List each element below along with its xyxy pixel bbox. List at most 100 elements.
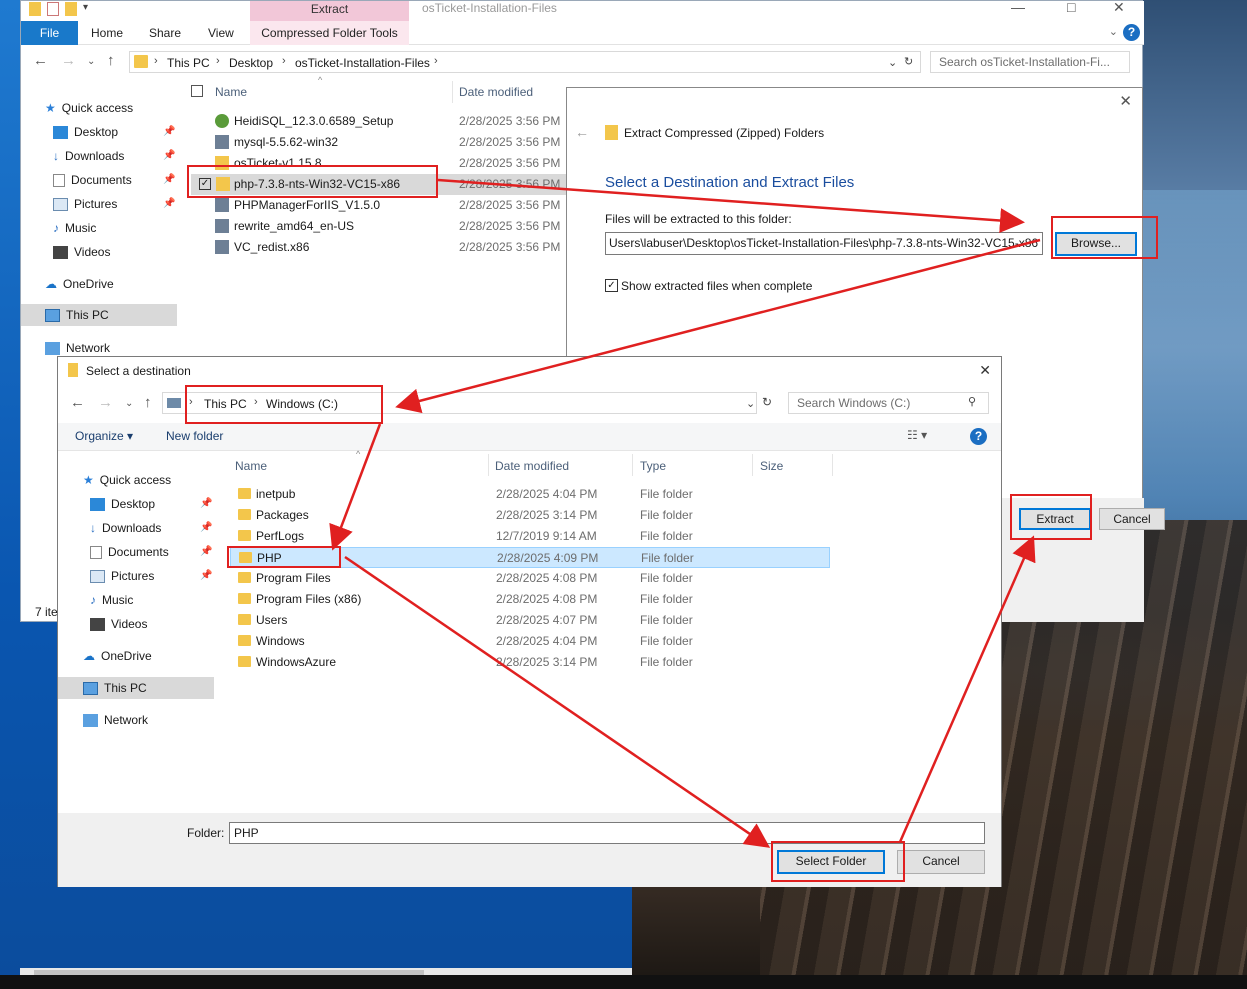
organize-button[interactable]: Organize ▾ [75, 429, 133, 443]
tab-share[interactable]: Share [149, 26, 181, 40]
select-all-checkbox[interactable] [191, 85, 203, 97]
nav-pictures[interactable]: Pictures [90, 569, 154, 583]
folder-name: Windows [256, 634, 305, 648]
file-row[interactable]: mysql-5.5.62-win32 2/28/2025 3:56 PM [211, 132, 586, 153]
nav-music[interactable]: ♪ Music [90, 593, 133, 607]
folder-date: 2/28/2025 3:14 PM [496, 508, 598, 522]
pin-icon[interactable]: 📌 [200, 498, 212, 509]
recent-locations-icon[interactable]: ⌄ [125, 398, 133, 409]
nav-quick-access[interactable]: ★ Quick access [83, 473, 171, 487]
address-dropdown-icon[interactable]: ⌄ [888, 56, 897, 69]
pin-icon[interactable]: 📌 [163, 126, 175, 137]
file-name: HeidiSQL_12.3.0.6589_Setup [234, 114, 394, 128]
new-folder-button[interactable]: New folder [166, 429, 223, 443]
folder-row[interactable]: Program Files 2/28/2025 4:08 PM File folde… [230, 568, 830, 589]
up-icon[interactable]: ↑ [144, 394, 152, 411]
new-folder-icon[interactable] [65, 2, 77, 16]
column-size[interactable]: Size [760, 459, 783, 473]
close-icon[interactable]: ✕ [1113, 0, 1125, 16]
tab-compressed-folder-tools[interactable]: Compressed Folder Tools [250, 21, 409, 45]
nav-label: This PC [66, 308, 109, 322]
dialog-title: Extract Compressed (Zipped) Folders [624, 126, 825, 140]
pin-icon[interactable]: 📌 [163, 174, 175, 185]
folder-row[interactable]: Program Files (x86) 2/28/2025 4:08 PM File… [230, 589, 830, 610]
forward-icon[interactable]: → [98, 394, 113, 411]
help-icon[interactable]: ? [970, 428, 987, 445]
tab-home[interactable]: Home [91, 26, 123, 40]
refresh-icon[interactable]: ↻ [904, 55, 913, 68]
destination-path-input[interactable]: Users\labuser\Desktop\osTicket-Installat… [605, 232, 1043, 255]
file-row[interactable]: PHPManagerForIIS_V1.5.0 2/28/2025 3:56 P… [211, 195, 586, 216]
recent-locations-icon[interactable]: ⌄ [87, 56, 95, 67]
folder-row[interactable]: WindowsAzure 2/28/2025 3:14 PM File folder [230, 652, 830, 673]
breadcrumb-this-pc[interactable]: This PC [167, 56, 210, 70]
nav-this-pc[interactable]: This PC [21, 304, 177, 326]
folder-row[interactable]: inetpub 2/28/2025 4:04 PM File folder [230, 484, 830, 505]
back-icon[interactable]: ← [33, 52, 48, 69]
column-name[interactable]: Name [235, 459, 267, 473]
up-icon[interactable]: ↑ [107, 52, 115, 69]
back-icon[interactable]: ← [575, 124, 589, 140]
maximize-icon[interactable]: □ [1067, 0, 1075, 15]
nav-onedrive[interactable]: ☁ OneDrive [45, 277, 114, 291]
folder-row[interactable]: Users 2/28/2025 4:07 PM File folder [230, 610, 830, 631]
breadcrumb-folder[interactable]: osTicket-Installation-Files [295, 56, 430, 70]
file-row[interactable]: VC_redist.x86 2/28/2025 3:56 PM [211, 237, 586, 258]
search-input[interactable]: Search Windows (C:) [788, 392, 989, 414]
column-type[interactable]: Type [640, 459, 666, 473]
cancel-button[interactable]: Cancel [897, 850, 985, 874]
folder-name: Program Files (x86) [256, 592, 362, 606]
tab-file[interactable]: File [21, 21, 78, 45]
file-row[interactable]: rewrite_amd64_en-US 2/28/2025 3:56 PM [211, 216, 586, 237]
tab-view[interactable]: View [208, 26, 234, 40]
pin-icon[interactable]: 📌 [200, 546, 212, 557]
nav-desktop[interactable]: Desktop [53, 125, 118, 139]
help-icon[interactable]: ? [1123, 24, 1140, 41]
column-divider [452, 81, 453, 103]
pin-icon[interactable]: 📌 [163, 150, 175, 161]
address-dropdown-icon[interactable]: ⌄ [746, 397, 755, 410]
folder-row[interactable]: Packages 2/28/2025 3:14 PM File folder [230, 505, 830, 526]
view-options-icon[interactable]: ☷ ▾ [907, 428, 927, 442]
pin-icon[interactable]: 📌 [163, 198, 175, 209]
search-input[interactable]: Search osTicket-Installation-Fi... [930, 51, 1130, 73]
column-date-modified[interactable]: Date modified [459, 85, 533, 99]
forward-icon[interactable]: → [61, 52, 76, 69]
nav-pictures[interactable]: Pictures [53, 197, 117, 211]
nav-label: Pictures [111, 569, 155, 583]
nav-documents[interactable]: Documents [53, 173, 132, 187]
properties-icon[interactable] [47, 2, 59, 16]
file-row[interactable]: HeidiSQL_12.3.0.6589_Setup 2/28/2025 3:5… [211, 111, 586, 132]
nav-music[interactable]: ♪ Music [53, 221, 96, 235]
customize-quick-access-icon[interactable]: ▾ [83, 2, 95, 16]
nav-videos[interactable]: Videos [90, 617, 147, 631]
nav-downloads[interactable]: ↓ Downloads [90, 521, 161, 535]
column-name[interactable]: Name [215, 85, 247, 99]
refresh-icon[interactable]: ↻ [762, 395, 772, 409]
close-icon[interactable]: ✕ [979, 362, 991, 379]
back-icon[interactable]: ← [70, 394, 85, 411]
context-tab-extract[interactable]: Extract [250, 1, 409, 21]
cancel-button[interactable]: Cancel [1099, 508, 1165, 530]
nav-videos[interactable]: Videos [53, 245, 110, 259]
expand-ribbon-icon[interactable]: ⌄ [1109, 25, 1118, 38]
nav-this-pc[interactable]: This PC [58, 677, 214, 699]
pin-icon[interactable]: 📌 [200, 522, 212, 533]
folder-row[interactable]: PerfLogs 12/7/2019 9:14 AM File folder [230, 526, 830, 547]
folder-row[interactable]: Windows 2/28/2025 4:04 PM File folder [230, 631, 830, 652]
pin-icon[interactable]: 📌 [200, 570, 212, 581]
show-files-checkbox[interactable]: ✓ [605, 279, 618, 292]
nav-quick-access[interactable]: ★ Quick access [45, 101, 133, 115]
nav-onedrive[interactable]: ☁ OneDrive [83, 649, 152, 663]
close-icon[interactable]: ✕ [1119, 92, 1132, 110]
breadcrumb-desktop[interactable]: Desktop [229, 56, 273, 70]
file-date: 2/28/2025 3:56 PM [459, 240, 561, 254]
minimize-icon[interactable]: — [1011, 0, 1025, 15]
nav-downloads[interactable]: ↓ Downloads [53, 149, 124, 163]
address-bar[interactable]: › This PC › Desktop › osTicket-Installat… [129, 51, 921, 73]
nav-network[interactable]: Network [45, 341, 110, 355]
nav-documents[interactable]: Documents [90, 545, 169, 559]
nav-desktop[interactable]: Desktop [90, 497, 155, 511]
column-date-modified[interactable]: Date modified [495, 459, 569, 473]
nav-network[interactable]: Network [83, 713, 148, 727]
